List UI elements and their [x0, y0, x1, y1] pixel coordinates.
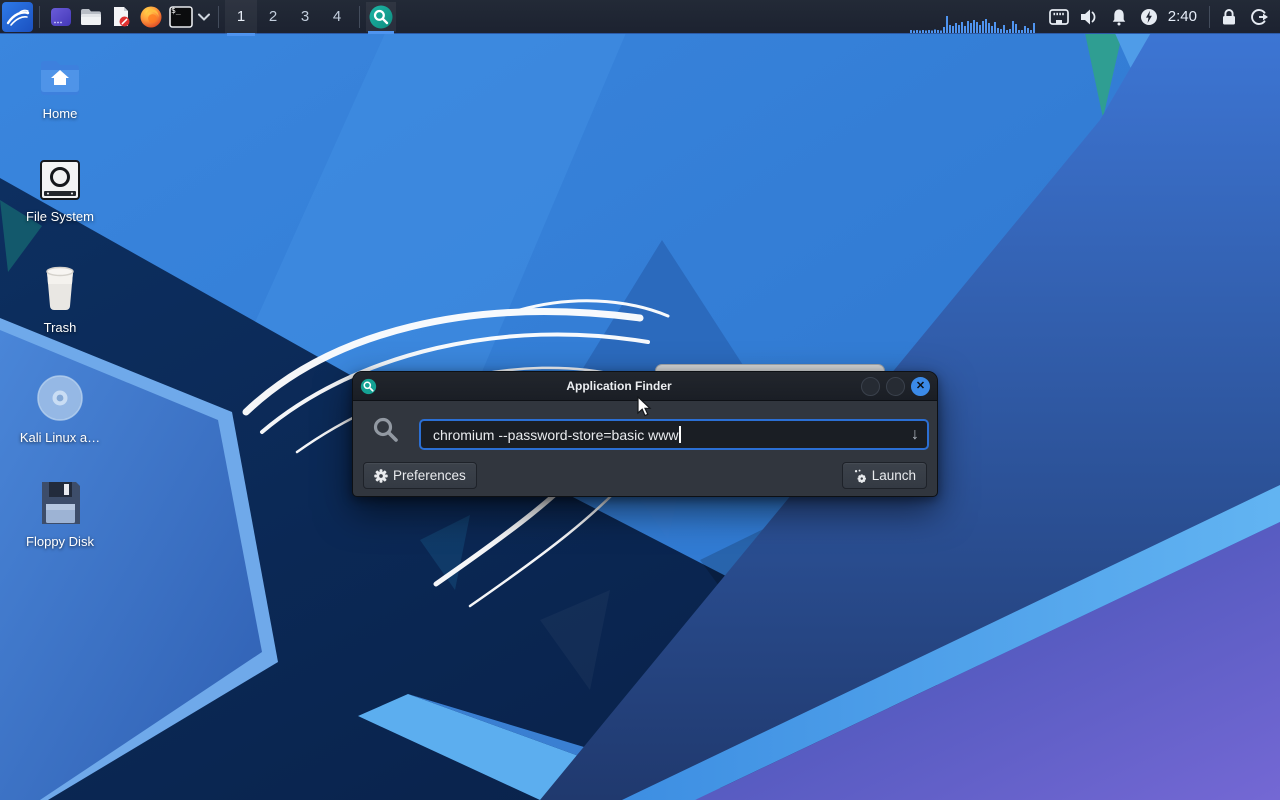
text-caret — [679, 426, 681, 443]
files-app-icon — [51, 7, 71, 26]
launcher-text-editor[interactable] — [106, 2, 136, 32]
cpu-graph[interactable] — [909, 0, 1036, 33]
desktop-icon-floppy[interactable]: Floppy Disk — [5, 480, 115, 549]
panel-separator — [359, 5, 360, 28]
active-workspace-underline — [227, 32, 255, 36]
desktop-root: Home File System Trash Kali Linux a… Flo… — [0, 0, 1280, 800]
home-folder-icon — [41, 61, 79, 95]
desktop-icon-label: Kali Linux a… — [19, 430, 101, 445]
workspace-button-4[interactable]: 4 — [321, 0, 353, 34]
panel-separator — [218, 5, 219, 28]
gear-icon — [374, 468, 388, 483]
launch-icon — [854, 469, 866, 483]
drive-icon — [40, 160, 80, 200]
logout-icon — [1251, 8, 1268, 25]
workspace-button-2[interactable]: 2 — [257, 0, 289, 34]
desktop-icon-kali-cd[interactable]: Kali Linux a… — [5, 374, 115, 445]
applications-menu-button[interactable] — [2, 1, 33, 32]
desktop-icon-label: Trash — [43, 320, 77, 335]
launcher-firefox[interactable] — [136, 2, 166, 32]
launcher-terminal[interactable]: $_ — [166, 2, 196, 32]
desktop-icon-file-system[interactable]: File System — [5, 159, 115, 224]
mouse-cursor — [637, 396, 652, 417]
launcher-file-manager[interactable] — [76, 2, 106, 32]
clock[interactable]: 2:40 — [1168, 8, 1197, 25]
power-manager-tray-icon[interactable] — [1134, 2, 1164, 32]
minimize-button[interactable] — [861, 376, 880, 396]
firefox-icon — [140, 6, 162, 27]
preferences-label: Preferences — [393, 468, 466, 483]
taskbar: $_ 1 2 3 4 2:40 — [0, 0, 1280, 36]
network-tray-icon[interactable] — [1044, 2, 1074, 32]
workspace-button-3[interactable]: 3 — [289, 0, 321, 34]
panel-separator — [39, 5, 40, 28]
window-title: Application Finder — [566, 379, 672, 393]
launch-button[interactable]: Launch — [841, 462, 927, 489]
desktop-icon-label: Floppy Disk — [26, 534, 94, 549]
application-finder-window: Application Finder ✕ chromium --password… — [352, 371, 938, 497]
power-bolt-icon — [1140, 8, 1157, 25]
desktop-icon-trash[interactable]: Trash — [5, 264, 115, 335]
floppy-disk-icon — [42, 482, 80, 524]
trash-icon — [46, 266, 74, 310]
workspace-button-1[interactable]: 1 — [225, 0, 257, 36]
launcher-application-finder[interactable] — [366, 1, 396, 34]
workspace-switcher: 1 2 3 4 — [225, 0, 353, 36]
notifications-tray-icon[interactable] — [1104, 2, 1134, 32]
lock-icon — [1223, 8, 1235, 24]
launcher-files-app[interactable] — [46, 2, 76, 32]
terminal-prompt-glyph: $_ — [171, 5, 181, 15]
search-icon — [373, 417, 398, 442]
speaker-icon — [1080, 9, 1096, 24]
application-finder-icon — [369, 5, 393, 28]
launch-label: Launch — [871, 468, 916, 483]
search-input[interactable]: chromium --password-store=basic www ↓ — [419, 419, 929, 450]
active-launcher-underline — [368, 30, 394, 34]
logout-button[interactable] — [1244, 2, 1274, 32]
kali-logo-icon — [6, 9, 29, 26]
application-finder-icon — [360, 378, 377, 394]
maximize-button[interactable] — [886, 376, 905, 396]
terminal-dropdown-chevron[interactable] — [196, 2, 212, 32]
cpu-graph-bars — [909, 16, 1035, 33]
text-editor-icon — [114, 6, 130, 26]
workspace-number: 3 — [300, 8, 310, 25]
file-manager-icon — [81, 8, 101, 25]
cd-disc-icon — [37, 375, 83, 421]
dropdown-arrow-icon[interactable]: ↓ — [911, 426, 919, 444]
network-port-icon — [1048, 8, 1069, 25]
panel-separator — [1209, 5, 1210, 28]
desktop-icon-home[interactable]: Home — [5, 56, 115, 121]
chevron-down-icon — [198, 13, 210, 21]
close-button[interactable]: ✕ — [911, 376, 930, 396]
desktop-icon-label: Home — [42, 106, 78, 121]
search-input-value: chromium --password-store=basic www — [433, 426, 679, 443]
bell-icon — [1112, 9, 1125, 25]
desktop-icon-label: File System — [26, 209, 94, 224]
lock-screen-button[interactable] — [1214, 2, 1244, 32]
workspace-number: 2 — [268, 8, 278, 25]
workspace-number: 4 — [332, 8, 342, 25]
workspace-number: 1 — [236, 8, 246, 25]
volume-tray-icon[interactable] — [1074, 2, 1104, 32]
preferences-button[interactable]: Preferences — [363, 462, 477, 489]
